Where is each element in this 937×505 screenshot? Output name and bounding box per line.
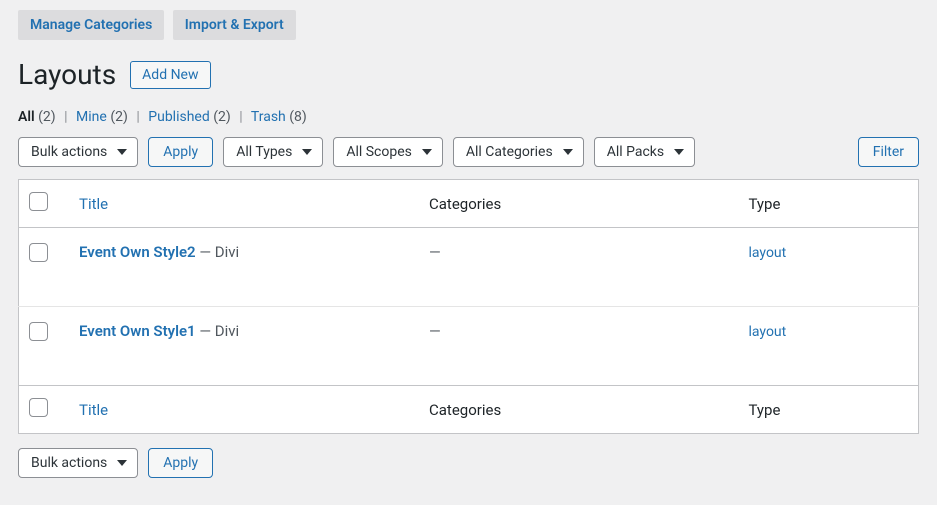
col-categories-bottom: Categories: [419, 386, 739, 434]
row-checkbox[interactable]: [29, 243, 48, 262]
view-mine[interactable]: Mine: [76, 109, 107, 125]
apply-bottom-button[interactable]: Apply: [148, 448, 213, 478]
select-all-bottom-checkbox[interactable]: [29, 398, 48, 417]
layouts-table: Title Categories Type Event Own Style2 —…: [18, 179, 919, 434]
row-title-link[interactable]: Event Own Style2: [79, 243, 196, 261]
table-row: Event Own Style1 — Divi — layout: [19, 307, 919, 386]
bulk-actions-select[interactable]: Bulk actions: [18, 137, 138, 167]
col-title-bottom[interactable]: Title: [69, 386, 419, 434]
categories-select[interactable]: All Categories: [453, 137, 584, 167]
add-new-button[interactable]: Add New: [130, 61, 210, 89]
table-row: Event Own Style2 — Divi — layout: [19, 228, 919, 307]
apply-button[interactable]: Apply: [148, 137, 213, 167]
types-select[interactable]: All Types: [223, 137, 323, 167]
view-published-count: (2): [213, 109, 231, 125]
view-mine-count: (2): [110, 109, 128, 125]
col-title[interactable]: Title: [69, 180, 419, 228]
view-all-count: (2): [38, 109, 56, 125]
view-filters: All (2) | Mine (2) | Published (2) | Tra…: [18, 109, 919, 125]
page-title: Layouts: [18, 58, 116, 91]
filter-button[interactable]: Filter: [858, 137, 919, 167]
tab-import-export[interactable]: Import & Export: [173, 10, 296, 40]
scopes-select[interactable]: All Scopes: [333, 137, 443, 167]
bulk-actions-bottom-select[interactable]: Bulk actions: [18, 448, 138, 478]
row-title-link[interactable]: Event Own Style1: [79, 322, 196, 340]
col-categories: Categories: [419, 180, 739, 228]
packs-select[interactable]: All Packs: [594, 137, 695, 167]
top-tabs: Manage Categories Import & Export: [18, 10, 919, 40]
row-suffix: — Divi: [196, 322, 240, 340]
view-trash[interactable]: Trash: [251, 109, 286, 125]
row-checkbox[interactable]: [29, 322, 48, 341]
row-type-link[interactable]: layout: [749, 245, 787, 261]
row-categories: —: [429, 322, 441, 340]
row-categories: —: [429, 243, 441, 261]
select-all-checkbox[interactable]: [29, 192, 48, 211]
tab-manage-categories[interactable]: Manage Categories: [18, 10, 164, 40]
view-published[interactable]: Published: [148, 109, 209, 125]
col-type: Type: [739, 180, 919, 228]
view-trash-count: (8): [289, 109, 307, 125]
view-all[interactable]: All: [18, 109, 35, 125]
row-suffix: — Divi: [196, 243, 240, 261]
row-type-link[interactable]: layout: [749, 324, 787, 340]
col-type-bottom: Type: [739, 386, 919, 434]
